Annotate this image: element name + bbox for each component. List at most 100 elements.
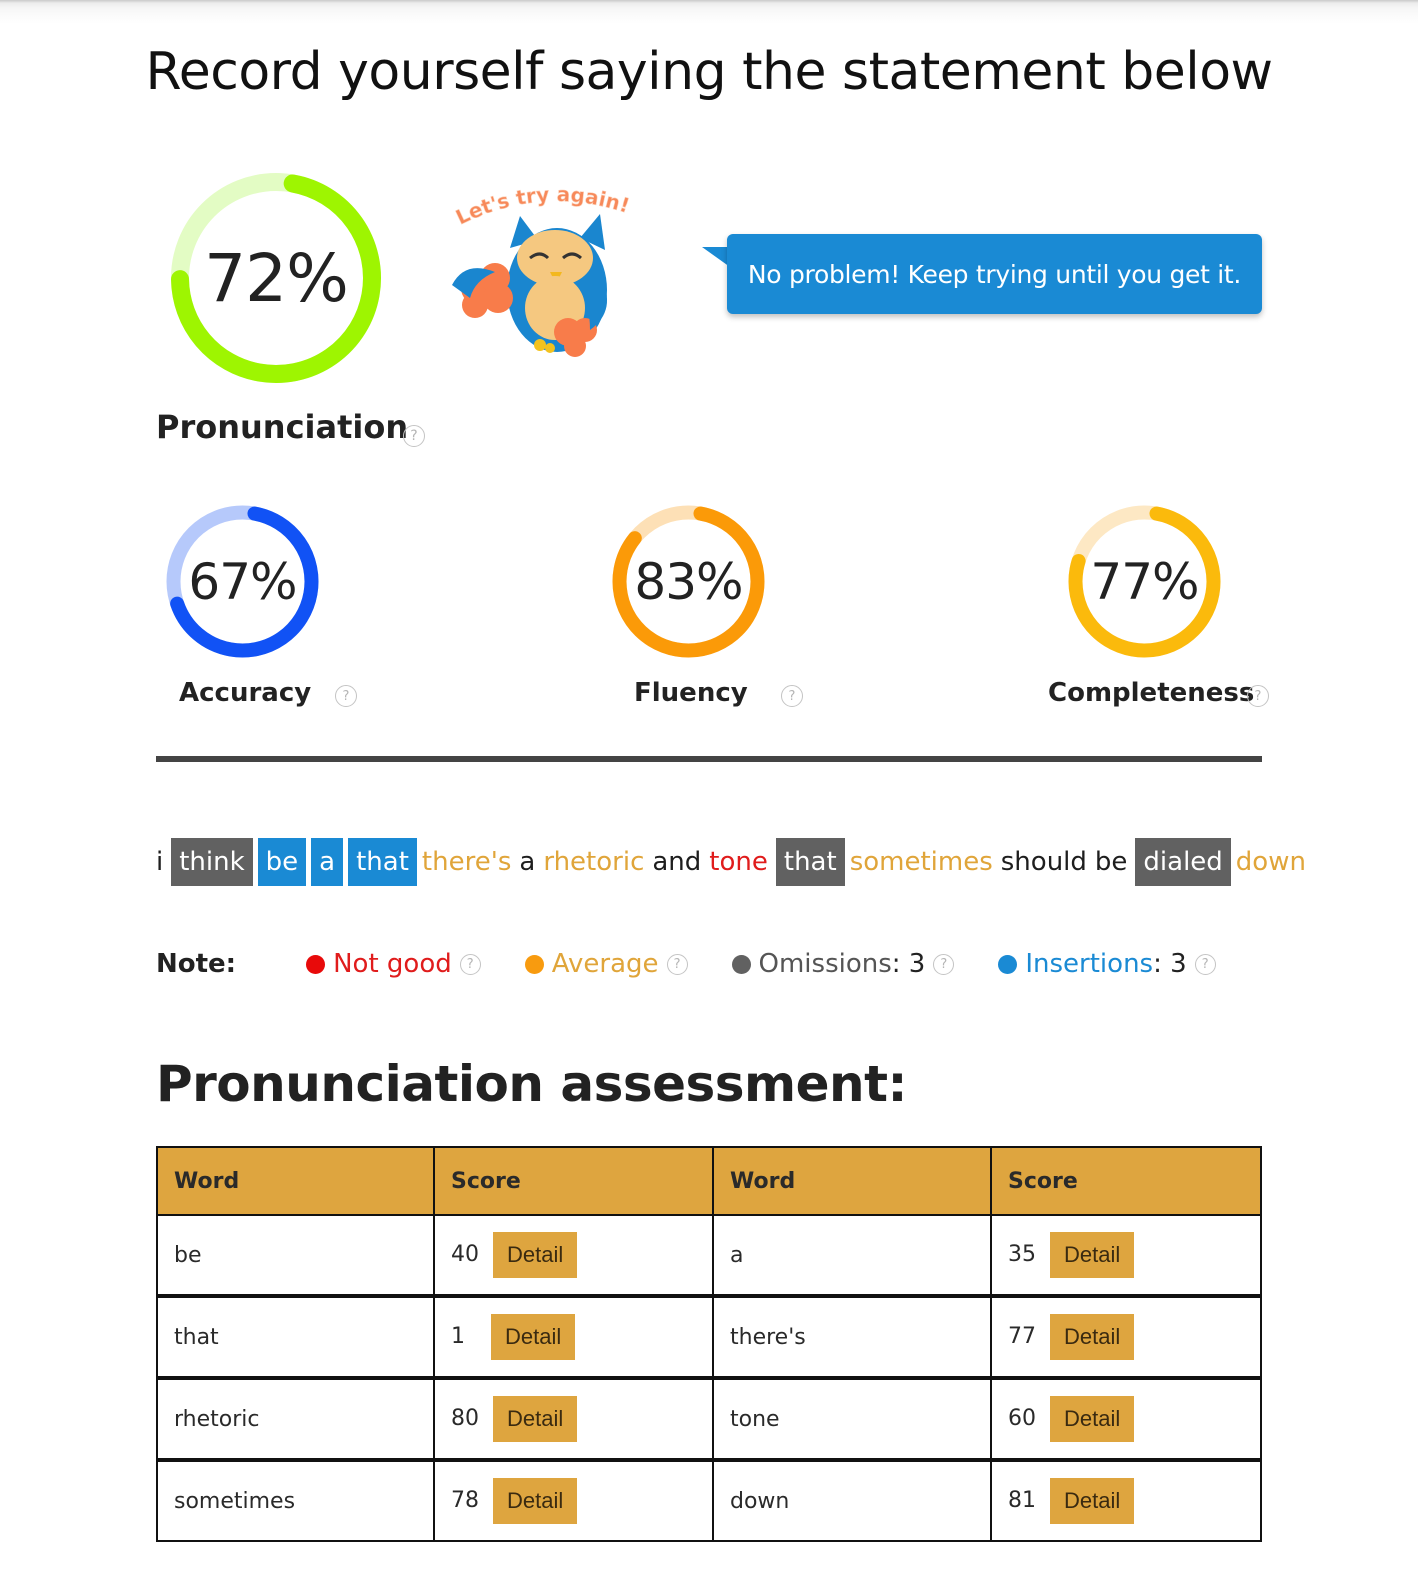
column-header-word: Word bbox=[712, 1146, 992, 1216]
score-value: 78 bbox=[451, 1488, 479, 1513]
sentence-word-omission: think bbox=[171, 838, 253, 886]
sentence-word-average: sometimes bbox=[849, 847, 993, 877]
detail-button[interactable]: Detail bbox=[1050, 1478, 1135, 1524]
score-value: 60 bbox=[1008, 1406, 1036, 1431]
assessment-heading: Pronunciation assessment: bbox=[156, 1055, 908, 1113]
page-title: Record yourself saying the statement bel… bbox=[145, 42, 1273, 102]
legend-item-omissions: Omissions: 3 ? bbox=[731, 949, 955, 979]
score-cell: 1 Detail bbox=[433, 1294, 714, 1379]
word-cell: down bbox=[712, 1458, 992, 1542]
owl-mascot-illustration: Let's try again! bbox=[452, 182, 633, 357]
owl-mascot-icon: Let's try again! bbox=[440, 180, 655, 360]
section-divider bbox=[156, 756, 1262, 762]
score-value: 35 bbox=[1008, 1242, 1036, 1267]
completeness-score-ring: 77% bbox=[1068, 505, 1221, 658]
sentence-word-average: there's bbox=[421, 847, 512, 877]
word-cell: rhetoric bbox=[156, 1376, 435, 1461]
completeness-label: Completeness bbox=[1048, 678, 1255, 708]
word-cell: tone bbox=[712, 1376, 992, 1461]
score-value: 40 bbox=[451, 1242, 479, 1267]
sentence-word-normal: be bbox=[1094, 847, 1128, 877]
score-cell: 78 Detail bbox=[433, 1458, 714, 1542]
fluency-score-value: 83% bbox=[634, 552, 743, 611]
assessment-table: Word Score Word Score be 40 Detail a 35 Detai… bbox=[156, 1146, 1262, 1542]
legend-item-text: Omissions bbox=[758, 949, 892, 979]
column-header-word: Word bbox=[156, 1146, 435, 1216]
fluency-help-icon[interactable]: ? bbox=[781, 685, 803, 707]
sentence-word-omission: that bbox=[775, 838, 845, 886]
sentence-word-omission: dialed bbox=[1135, 838, 1231, 886]
table-row: that 1 Detail there's 77 Detail bbox=[156, 1294, 1262, 1379]
browser-top-shadow bbox=[0, 0, 1418, 24]
legend-item-not-good: Not good ? bbox=[306, 949, 481, 979]
feedback-speech-bubble: No problem! Keep trying until you get it… bbox=[727, 234, 1262, 314]
sentence-word-normal: a bbox=[519, 847, 536, 877]
accuracy-label: Accuracy bbox=[179, 678, 312, 708]
mascot-caption-text: Let's try again! bbox=[452, 182, 633, 230]
sentence-word-normal: and bbox=[652, 847, 702, 877]
sentence-word-normal: should bbox=[1000, 847, 1087, 877]
legend: Note: Not good ? Average ? Omissions: 3 … bbox=[156, 944, 1260, 984]
accuracy-score-value: 67% bbox=[188, 552, 297, 611]
average-help-icon[interactable]: ? bbox=[666, 953, 688, 975]
detail-button[interactable]: Detail bbox=[493, 1396, 578, 1442]
score-cell: 77 Detail bbox=[990, 1294, 1262, 1379]
score-value: 80 bbox=[451, 1406, 479, 1431]
legend-item-text: Average bbox=[551, 949, 659, 979]
detail-button[interactable]: Detail bbox=[493, 1478, 578, 1524]
pronunciation-score-ring: 72% bbox=[170, 172, 382, 384]
detail-button[interactable]: Detail bbox=[493, 1232, 578, 1278]
score-cell: 40 Detail bbox=[433, 1214, 714, 1297]
score-value: 77 bbox=[1008, 1324, 1036, 1349]
sentence-word-insertion: that bbox=[348, 838, 417, 886]
score-value: 81 bbox=[1008, 1488, 1036, 1513]
not-good-dot-icon bbox=[306, 954, 326, 974]
completeness-score-value: 77% bbox=[1090, 552, 1199, 611]
fluency-label: Fluency bbox=[634, 678, 748, 708]
omissions-count: : 3 bbox=[891, 949, 926, 979]
insertions-dot-icon bbox=[998, 954, 1018, 974]
score-cell: 80 Detail bbox=[433, 1376, 714, 1461]
table-header-row: Word Score Word Score bbox=[156, 1146, 1262, 1216]
omissions-help-icon[interactable]: ? bbox=[933, 953, 955, 975]
sentence-word-average: down bbox=[1235, 847, 1306, 877]
legend-item-text: Not good bbox=[333, 949, 452, 979]
table-row: be 40 Detail a 35 Detail bbox=[156, 1214, 1262, 1297]
recognized-sentence: i think be a that there's a rhetoric and tone that… bbox=[156, 838, 1314, 886]
legend-item-insertions: Insertions: 3 ? bbox=[998, 949, 1216, 979]
omissions-dot-icon bbox=[731, 954, 751, 974]
word-cell: there's bbox=[712, 1294, 992, 1379]
accuracy-score-ring: 67% bbox=[166, 505, 319, 658]
detail-button[interactable]: Detail bbox=[1050, 1232, 1135, 1278]
sentence-word-insertion: be bbox=[257, 838, 307, 886]
pronunciation-score-value: 72% bbox=[204, 239, 349, 317]
legend-item-text: Insertions bbox=[1025, 949, 1154, 979]
detail-button[interactable]: Detail bbox=[1050, 1314, 1135, 1360]
completeness-help-icon[interactable]: ? bbox=[1247, 685, 1269, 707]
word-cell: a bbox=[712, 1214, 992, 1297]
fluency-score-ring: 83% bbox=[612, 505, 765, 658]
insertions-count: : 3 bbox=[1153, 949, 1187, 979]
legend-item-average: Average ? bbox=[524, 949, 688, 979]
not-good-help-icon[interactable]: ? bbox=[459, 953, 481, 975]
accuracy-help-icon[interactable]: ? bbox=[335, 685, 357, 707]
legend-label: Note: bbox=[156, 949, 237, 979]
sentence-word-notgood: tone bbox=[709, 847, 768, 877]
table-row: rhetoric 80 Detail tone 60 Detail bbox=[156, 1376, 1262, 1461]
detail-button[interactable]: Detail bbox=[1050, 1396, 1135, 1442]
pronunciation-label: Pronunciation bbox=[156, 408, 409, 446]
detail-button[interactable]: Detail bbox=[491, 1314, 576, 1360]
column-header-score: Score bbox=[990, 1146, 1262, 1216]
insertions-help-icon[interactable]: ? bbox=[1194, 953, 1216, 975]
word-cell: that bbox=[156, 1294, 435, 1379]
score-value: 1 bbox=[451, 1324, 465, 1349]
average-dot-icon bbox=[524, 954, 544, 974]
pronunciation-help-icon[interactable]: ? bbox=[403, 425, 425, 447]
score-cell: 35 Detail bbox=[990, 1214, 1262, 1297]
word-cell: be bbox=[156, 1214, 435, 1297]
table-row: sometimes 78 Detail down 81 Detail bbox=[156, 1458, 1262, 1542]
sentence-word-average: rhetoric bbox=[543, 847, 645, 877]
word-cell: sometimes bbox=[156, 1458, 435, 1542]
sentence-word-insertion: a bbox=[311, 838, 344, 886]
score-cell: 60 Detail bbox=[990, 1376, 1262, 1461]
